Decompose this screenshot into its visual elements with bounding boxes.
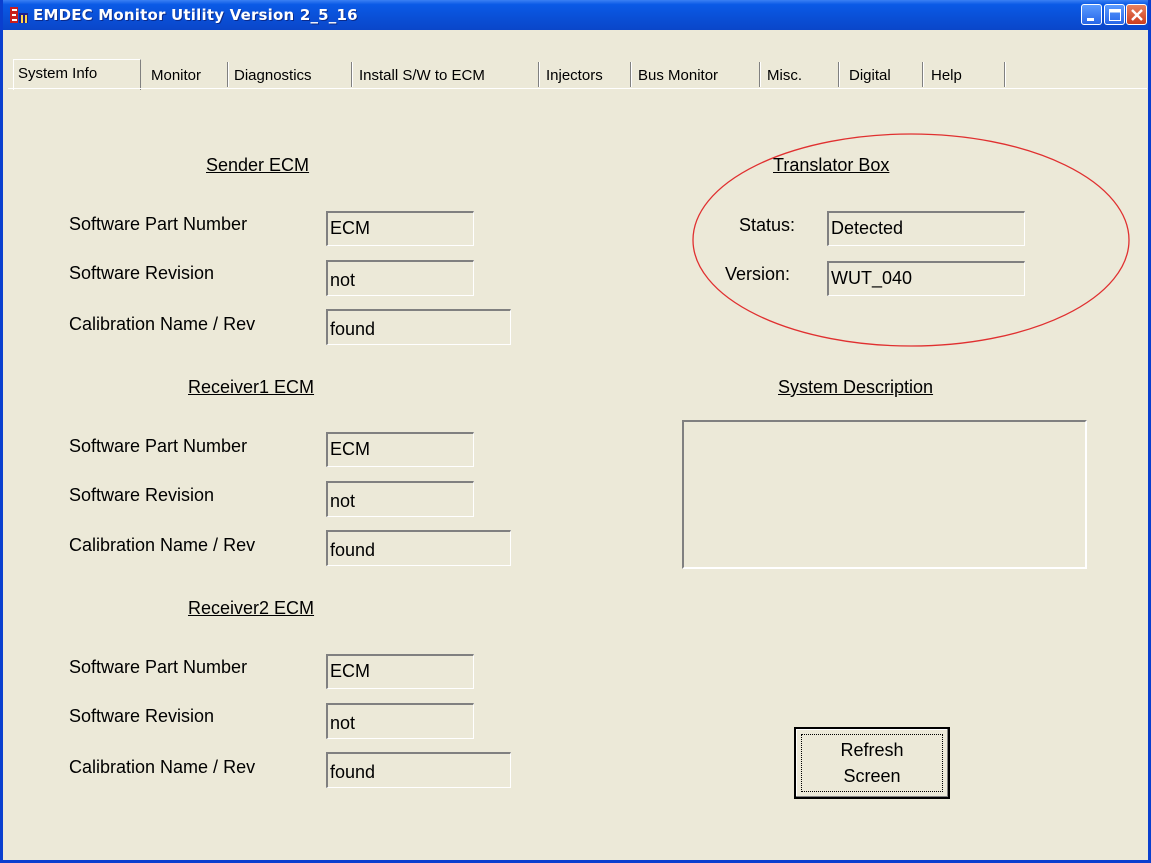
tab-misc[interactable]: Misc.: [763, 62, 802, 89]
tab-bus-monitor[interactable]: Bus Monitor: [634, 62, 718, 89]
receiver2-calibration-label: Calibration Name / Rev: [69, 757, 256, 777]
translator-version-label: Version:: [725, 264, 791, 284]
sender-revision-field: not: [326, 260, 474, 296]
refresh-screen-button[interactable]: Refresh Screen: [794, 727, 950, 799]
sender-ecm-heading: Sender ECM: [206, 155, 310, 175]
sender-revision-label: Software Revision: [69, 263, 215, 283]
sender-calibration-field: found: [326, 309, 511, 345]
close-button[interactable]: [1126, 4, 1147, 25]
sender-calibration-label: Calibration Name / Rev: [69, 314, 256, 334]
receiver1-part-number-field: ECM: [326, 432, 474, 467]
receiver1-ecm-heading: Receiver1 ECM: [188, 377, 315, 397]
receiver1-revision-field: not: [326, 481, 474, 517]
close-icon: [1131, 9, 1143, 21]
tab-system-info[interactable]: System Info: [13, 59, 141, 90]
tab-diagnostics[interactable]: Diagnostics: [230, 62, 312, 89]
receiver2-revision-field: not: [326, 703, 474, 739]
receiver2-revision-label: Software Revision: [69, 706, 215, 726]
minimize-button[interactable]: [1081, 4, 1102, 25]
sender-part-number-field: ECM: [326, 211, 474, 246]
receiver1-calibration-field: found: [326, 530, 511, 566]
window-title: EMDEC Monitor Utility Version 2_5_16: [33, 6, 358, 24]
tab-monitor[interactable]: Monitor: [147, 62, 201, 89]
receiver2-ecm-heading: Receiver2 ECM: [188, 598, 315, 618]
tab-digital[interactable]: Digital: [845, 62, 891, 89]
app-icon: [10, 7, 28, 23]
sender-part-number-label: Software Part Number: [69, 214, 248, 234]
receiver1-revision-label: Software Revision: [69, 485, 215, 505]
minimize-icon: [1087, 18, 1094, 21]
translator-box-heading: Translator Box: [773, 155, 890, 175]
translator-version-field: WUT_040: [827, 261, 1025, 296]
maximize-button[interactable]: [1104, 4, 1125, 25]
receiver1-part-number-label: Software Part Number: [69, 436, 248, 456]
tab-baseline: [8, 88, 1147, 89]
receiver1-calibration-label: Calibration Name / Rev: [69, 535, 256, 555]
translator-status-field: Detected: [827, 211, 1025, 246]
tab-injectors[interactable]: Injectors: [542, 62, 603, 89]
system-description-heading: System Description: [778, 377, 934, 397]
maximize-icon: [1109, 9, 1121, 21]
receiver2-calibration-field: found: [326, 752, 511, 788]
receiver2-part-number-label: Software Part Number: [69, 657, 248, 677]
title-bar[interactable]: EMDEC Monitor Utility Version 2_5_16: [3, 0, 1148, 30]
translator-status-label: Status:: [739, 215, 796, 235]
app-window: EMDEC Monitor Utility Version 2_5_16 Sys…: [0, 0, 1151, 863]
system-description-box[interactable]: [682, 420, 1087, 569]
tab-install-sw-to-ecm[interactable]: Install S/W to ECM: [355, 62, 485, 89]
tab-help[interactable]: Help: [927, 62, 962, 89]
receiver2-part-number-field: ECM: [326, 654, 474, 689]
focus-rectangle: [801, 734, 943, 792]
